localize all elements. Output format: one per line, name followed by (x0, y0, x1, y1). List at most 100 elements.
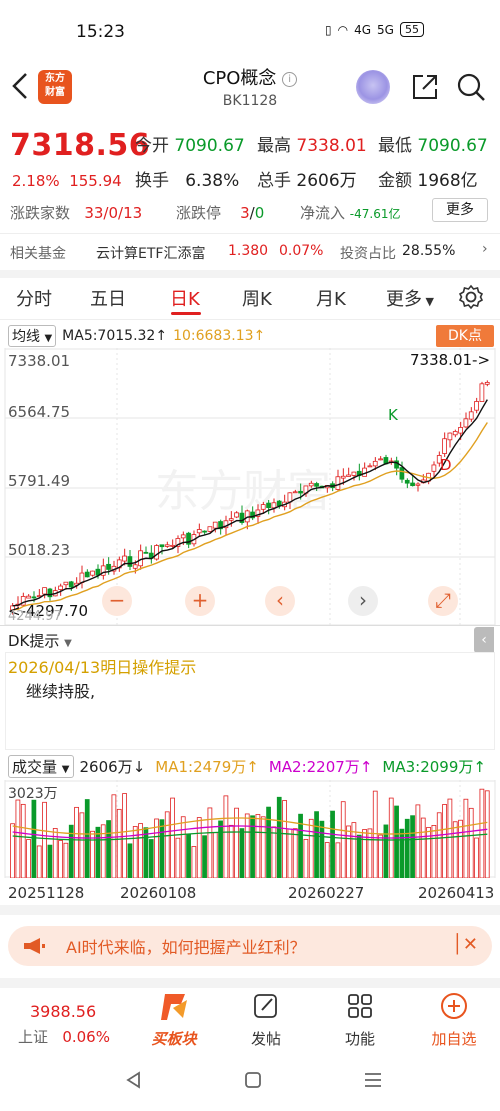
dk-point-button[interactable]: DK点 (436, 325, 494, 347)
volume-bar (244, 813, 250, 878)
tab-5day[interactable]: 五日 (90, 285, 126, 311)
dk-tip-selector[interactable]: DK提示 ▼ (8, 630, 72, 651)
banner-text[interactable]: AI时代来临，如何把握产业红利？ (66, 934, 306, 958)
search-icon[interactable] (456, 72, 486, 102)
amount-stat: 金额 1968亿 (378, 171, 478, 191)
collapse-icon[interactable]: ‹ (474, 627, 494, 653)
buy-sector-button[interactable]: 买板块 (144, 990, 204, 1050)
volume-bar (308, 818, 314, 878)
fullscreen-icon[interactable]: ⤢ (428, 586, 458, 616)
candle (164, 544, 170, 547)
volume-bar (458, 819, 463, 878)
zoom-out-button[interactable]: − (102, 586, 132, 616)
volume-bar (20, 803, 26, 878)
tab-more[interactable]: 更多 ▼ (386, 285, 434, 311)
candle (170, 544, 175, 547)
volume-bar (479, 788, 485, 878)
volume-bar (474, 837, 479, 878)
section-separator (0, 905, 500, 915)
candle (367, 465, 373, 468)
assistant-avatar[interactable] (356, 70, 390, 104)
volume-bar (351, 822, 357, 878)
scroll-left-button[interactable]: ‹ (265, 586, 295, 616)
volume-bar (228, 824, 234, 878)
index-ticker[interactable]: 3988.56 (30, 1002, 96, 1021)
volume-chart[interactable]: 3023万 (0, 780, 500, 878)
back-arrow-icon[interactable] (8, 68, 34, 104)
volume-bar (127, 843, 133, 878)
volume-bar (26, 839, 31, 878)
volume-bar (442, 804, 447, 878)
volume-bar (399, 828, 405, 878)
tab-daily[interactable]: 日K (170, 285, 200, 311)
volume-bar (202, 835, 207, 878)
date-axis: 20251128 20260108 20260227 20260413 (0, 882, 500, 904)
volume-bar (15, 799, 21, 878)
candle (298, 490, 303, 494)
turnover-stat: 换手 6.38% (135, 171, 240, 191)
nav-home-icon[interactable] (243, 1070, 263, 1090)
volume-bar (52, 828, 58, 878)
candle (196, 529, 202, 534)
indicator-selector[interactable]: 均线 ▼ (8, 325, 57, 347)
volume-selector[interactable]: 成交量 ▼ (8, 755, 74, 778)
candle (228, 518, 234, 521)
add-watchlist-button[interactable]: 加自选 (422, 992, 486, 1049)
volume-stat: 总手 2606万 (257, 171, 357, 191)
y-axis-label: 7338.01 (8, 352, 71, 370)
candle (484, 381, 490, 385)
candle (378, 458, 383, 461)
share-icon[interactable] (410, 72, 440, 102)
tab-weekly[interactable]: 周K (242, 285, 272, 311)
volume-bar (148, 839, 154, 878)
candle (340, 475, 346, 479)
status-icons: ▯ ◠ 4G 5G 55 (325, 22, 424, 37)
date-label: 20260108 (120, 884, 197, 902)
y-axis-label: 6564.75 (8, 403, 71, 421)
candle (180, 534, 186, 539)
kline-chart[interactable]: 东方财富 K D 7338.01-> <-4297.70 (0, 348, 500, 626)
related-fund-row[interactable]: 相关基金 云计算ETF汇添富 1.380 0.07% 投资占比 28.55% › (0, 234, 500, 270)
more-button[interactable]: 更多 (432, 198, 488, 222)
scroll-right-button[interactable]: › (348, 586, 378, 616)
functions-button[interactable]: 功能 (330, 992, 390, 1049)
volume-bar (63, 842, 69, 878)
ma5-value: MA5:7015.32 (62, 328, 156, 344)
megaphone-icon (24, 938, 45, 954)
zoom-in-button[interactable]: + (185, 586, 215, 616)
dk-tip-text: 继续持股, (26, 682, 96, 701)
candle (143, 551, 149, 554)
open-stat: 今开 7090.67 (135, 136, 245, 156)
post-button[interactable]: 发帖 (236, 992, 296, 1049)
volume-bar (180, 816, 186, 878)
volume-bar (420, 817, 426, 878)
volume-bar (175, 837, 181, 878)
settings-gear-icon[interactable] (458, 284, 484, 310)
volume-bar (431, 825, 437, 878)
nav-menu-icon[interactable] (362, 1070, 384, 1090)
nav-back-icon[interactable] (124, 1070, 144, 1090)
volume-bar (271, 826, 277, 878)
info-icon[interactable]: i (282, 72, 298, 87)
volume-bar (383, 824, 389, 878)
volume-bar (452, 821, 458, 878)
volume-bar (186, 833, 191, 878)
volume-bar (223, 795, 229, 878)
volume-bar (394, 805, 399, 878)
tab-intraday[interactable]: 分时 (16, 285, 52, 311)
close-icon[interactable]: │✕ (452, 934, 478, 955)
d-marker: D (440, 456, 452, 474)
candle (404, 479, 410, 484)
volume-bar (191, 846, 197, 878)
wifi-icon: ◠ (337, 22, 349, 37)
candle (351, 471, 357, 476)
volume-bar (42, 801, 47, 878)
candle (442, 438, 447, 454)
tab-monthly[interactable]: 月K (316, 285, 346, 311)
candle (63, 581, 69, 586)
volume-bar (239, 828, 245, 878)
vibrate-icon: ▯ (325, 22, 332, 37)
candle (154, 545, 159, 560)
volume-bar (47, 844, 53, 878)
candle (458, 427, 463, 434)
